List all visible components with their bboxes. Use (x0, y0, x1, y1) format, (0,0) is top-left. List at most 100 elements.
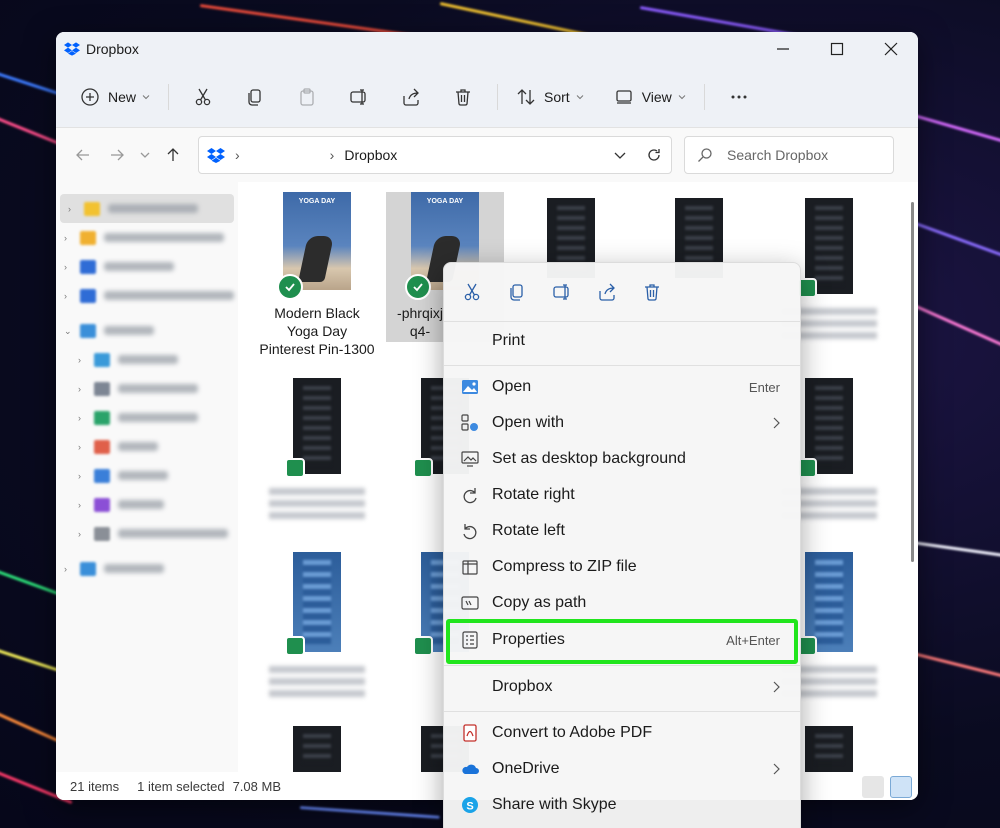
refresh-button[interactable] (637, 138, 671, 172)
file-tile[interactable] (258, 552, 376, 702)
file-tile[interactable]: YOGA DAY Modern Black Yoga Day Pinterest… (258, 182, 376, 358)
chevron-down-icon (140, 152, 150, 158)
nav-label-blurred (118, 384, 198, 393)
breadcrumb-current[interactable]: Dropbox (344, 147, 397, 163)
synced-icon (413, 458, 433, 478)
minimize-button[interactable] (756, 32, 810, 66)
nav-label-blurred (118, 471, 168, 480)
title-bar: Dropbox (56, 32, 918, 66)
share-button[interactable] (389, 79, 433, 115)
new-button[interactable]: New (74, 79, 156, 115)
search-placeholder: Search Dropbox (727, 147, 829, 163)
vertical-scrollbar[interactable] (911, 202, 914, 762)
nav-item-creative-cloud[interactable]: › (56, 223, 238, 252)
more-options-button[interactable] (717, 79, 761, 115)
divider (703, 83, 705, 110)
shortcut-label: Enter (748, 379, 780, 395)
item-count: 21 items (70, 778, 120, 794)
maximize-button[interactable] (810, 32, 864, 66)
blurred-content (815, 386, 843, 466)
menu-item-open[interactable]: Open Enter (450, 370, 794, 404)
context-share-button[interactable] (589, 274, 625, 310)
menu-item-label: Share with Skype (492, 796, 617, 813)
address-dropdown-button[interactable] (603, 138, 637, 172)
close-icon (884, 42, 898, 56)
nav-label-blurred (104, 233, 224, 242)
menu-divider (444, 711, 800, 712)
nav-item-downloads[interactable]: › (56, 403, 238, 432)
menu-item-rotate-right[interactable]: Rotate right (450, 478, 794, 512)
context-copy-button[interactable] (499, 274, 535, 310)
expand-arrow-icon: › (64, 290, 67, 301)
file-tile[interactable] (258, 726, 376, 772)
back-button[interactable] (66, 138, 100, 172)
search-box[interactable]: Search Dropbox (684, 136, 894, 174)
menu-item-set-desktop-background[interactable]: Set as desktop background (450, 442, 794, 476)
scrollbar-thumb[interactable] (911, 202, 914, 562)
menu-item-rotate-left[interactable]: Rotate left (450, 514, 794, 548)
copy-icon (248, 88, 261, 106)
nav-item-desktop[interactable]: › (56, 345, 238, 374)
menu-item-label: Compress to ZIP file (492, 558, 637, 575)
expand-arrow-icon: › (78, 383, 81, 394)
cloud-icon (80, 288, 96, 303)
delete-button[interactable] (441, 79, 485, 115)
menu-item-compress-zip[interactable]: Compress to ZIP file (450, 550, 794, 584)
network-icon (80, 561, 96, 576)
menu-item-convert-adobe-pdf[interactable]: Convert to Adobe PDF (450, 716, 794, 750)
context-rename-button[interactable] (544, 274, 580, 310)
menu-item-open-with[interactable]: Open with (450, 406, 794, 440)
dropbox-icon (64, 42, 80, 56)
menu-item-onedrive[interactable]: OneDrive (450, 752, 794, 786)
file-tile[interactable] (258, 378, 376, 524)
close-button[interactable] (864, 32, 918, 66)
nav-item-dropbox[interactable]: › (56, 252, 238, 281)
nav-item-music[interactable]: › (56, 432, 238, 461)
dropbox-icon (80, 259, 96, 274)
breadcrumb-hidden-segment[interactable] (250, 150, 320, 160)
context-quick-actions (444, 263, 800, 321)
nav-item-network[interactable]: › (56, 554, 238, 583)
forward-button[interactable] (100, 138, 134, 172)
menu-item-print[interactable]: Print (450, 324, 794, 358)
chevron-down-icon (576, 94, 584, 99)
details-view-button[interactable] (862, 776, 884, 798)
rename-icon (350, 88, 366, 105)
address-bar[interactable]: › › Dropbox (198, 136, 672, 174)
menu-item-copy-as-path[interactable]: Copy as path (450, 586, 794, 620)
nav-item-quick-access[interactable]: › (60, 194, 234, 223)
nav-item-videos[interactable]: › (56, 490, 238, 519)
drive-icon (94, 526, 110, 541)
file-name-blurred (269, 666, 365, 702)
up-button[interactable] (156, 138, 190, 172)
cut-button[interactable] (181, 79, 225, 115)
paste-button[interactable] (285, 79, 329, 115)
recent-locations-button[interactable] (134, 138, 156, 172)
paste-icon (300, 87, 314, 106)
trash-icon (645, 284, 659, 301)
nav-item-this-pc[interactable]: ⌄ (56, 316, 238, 345)
context-cut-button[interactable] (454, 274, 490, 310)
sort-button[interactable]: Sort (510, 79, 590, 115)
context-delete-button[interactable] (634, 274, 670, 310)
properties-icon (460, 630, 480, 650)
file-thumbnail (797, 198, 853, 298)
nav-item-pictures[interactable]: › (56, 461, 238, 490)
menu-item-dropbox[interactable]: Dropbox (450, 670, 794, 704)
nav-label-blurred (118, 355, 178, 364)
nav-item-onedrive[interactable]: › (56, 281, 238, 310)
nav-item-documents[interactable]: › (56, 374, 238, 403)
tiles-view-button[interactable] (890, 776, 912, 798)
copy-button[interactable] (233, 79, 277, 115)
navigation-pane: › › › › ⌄ › › › › › › › › (56, 182, 238, 772)
menu-item-properties[interactable]: Properties Alt+Enter (450, 623, 794, 657)
expand-arrow-icon: › (78, 412, 81, 423)
nav-label-blurred (104, 326, 154, 335)
synced-icon (285, 458, 305, 478)
file-name: -phrqixj q4- (397, 305, 443, 339)
view-button[interactable]: View (608, 79, 692, 115)
rename-button[interactable] (337, 79, 381, 115)
menu-item-share-skype[interactable]: S Share with Skype (450, 788, 794, 822)
menu-divider (444, 321, 800, 322)
nav-item-local-disk[interactable]: › (56, 519, 238, 548)
